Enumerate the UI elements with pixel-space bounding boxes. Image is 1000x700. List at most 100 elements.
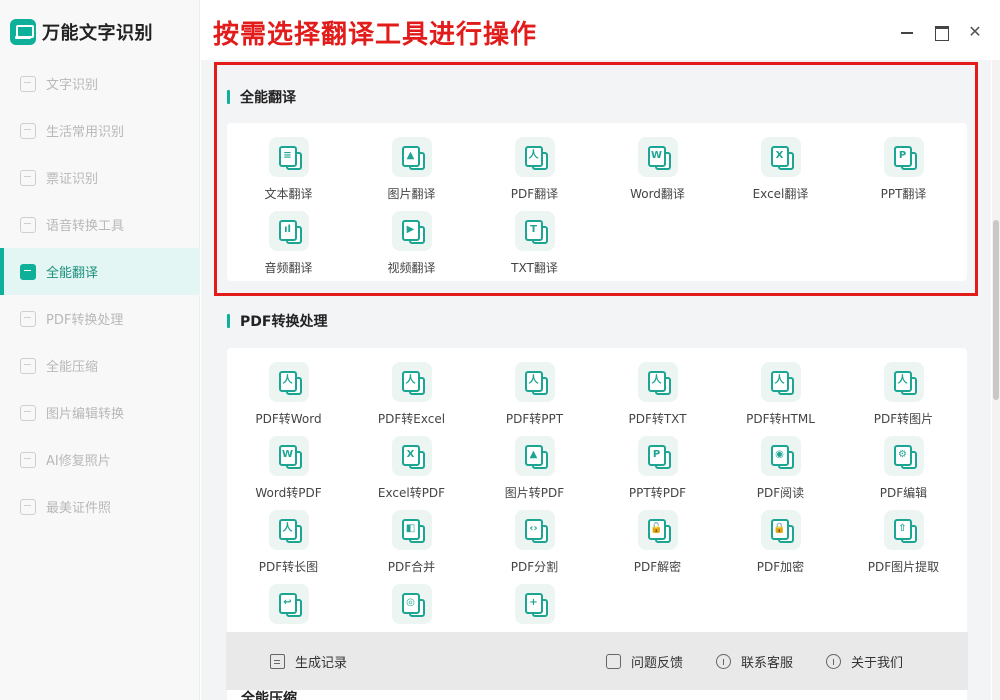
- tool-pdf-17[interactable]: ⇧ PDF图片提取: [842, 510, 965, 580]
- nav-item-icon: [20, 357, 36, 374]
- pdf-encrypt-icon: 🔒: [760, 510, 801, 550]
- audio-translate-icon: ıl: [268, 211, 309, 251]
- pdf-edit-icon: ⚙: [883, 436, 924, 476]
- tool-label: PDF图片提取: [867, 560, 940, 574]
- tool-label: PPT翻译: [880, 187, 927, 201]
- tool-label: PDF转Excel: [377, 412, 446, 426]
- app-title: 万能文字识别: [42, 23, 153, 44]
- sidebar-item-label: 全能翻译: [46, 266, 99, 281]
- tool-label: PDF加密: [756, 560, 805, 574]
- pdf-decrypt-icon: 🔓: [637, 510, 678, 550]
- tool-pdf-1[interactable]: 人 PDF转Excel: [350, 362, 473, 432]
- tool-translate-5[interactable]: P PPT翻译: [842, 137, 965, 207]
- tool-translate-2[interactable]: 人 PDF翻译: [473, 137, 596, 207]
- pdf-to-image-icon: 人: [883, 362, 924, 402]
- pdf-extract-image-icon: ⇧: [883, 510, 924, 550]
- word-translate-icon: W: [637, 137, 678, 177]
- feedback-link[interactable]: 问题反馈: [606, 632, 683, 690]
- tool-label: TXT翻译: [511, 261, 558, 275]
- scrollbar-thumb[interactable]: [993, 220, 999, 400]
- sidebar-item-4[interactable]: 全能翻译: [0, 248, 200, 295]
- about-link[interactable]: 关于我们: [826, 632, 903, 690]
- tool-pdf-5[interactable]: 人 PDF转图片: [842, 362, 965, 432]
- sidebar-item-0[interactable]: 文字识别: [0, 60, 200, 107]
- nav-item-icon: [20, 498, 36, 515]
- tool-translate-1[interactable]: ▲ 图片翻译: [350, 137, 473, 207]
- scrollbar[interactable]: [992, 60, 1000, 700]
- tool-pdf-9[interactable]: P PPT转PDF: [596, 436, 719, 506]
- pdf-merge-icon: ◧: [391, 510, 432, 550]
- tool-pdf-4[interactable]: 人 PDF转HTML: [719, 362, 842, 432]
- tool-translate-6[interactable]: ıl 音频翻译: [227, 211, 350, 281]
- tool-pdf-10[interactable]: ◉ PDF阅读: [719, 436, 842, 506]
- pdf-to-html-icon: 人: [760, 362, 801, 402]
- nav-item-icon: [20, 310, 36, 327]
- word-to-pdf-icon: W: [268, 436, 309, 476]
- tool-label: PPT转PDF: [628, 486, 687, 500]
- records-link[interactable]: 生成记录: [270, 632, 347, 690]
- pdf-read-icon: ◉: [760, 436, 801, 476]
- tool-label: PDF翻译: [510, 187, 559, 201]
- text-translate-icon: ≡: [268, 137, 309, 177]
- tool-label: 音频翻译: [264, 261, 313, 275]
- tool-label: 图片翻译: [387, 187, 436, 201]
- nav-item-icon: [20, 263, 36, 280]
- tool-pdf-16[interactable]: 🔒 PDF加密: [719, 510, 842, 580]
- feedback-icon: [606, 653, 621, 669]
- tool-label: PDF合并: [387, 560, 436, 574]
- ppt-to-pdf-icon: P: [637, 436, 678, 476]
- brand: 万能文字识别: [10, 17, 153, 47]
- tool-translate-3[interactable]: W Word翻译: [596, 137, 719, 207]
- tool-pdf-0[interactable]: 人 PDF转Word: [227, 362, 350, 432]
- tool-pdf-3[interactable]: 人 PDF转TXT: [596, 362, 719, 432]
- pdf-to-txt-icon: 人: [637, 362, 678, 402]
- sidebar-item-6[interactable]: 全能压缩: [0, 342, 200, 389]
- tool-translate-4[interactable]: X Excel翻译: [719, 137, 842, 207]
- tool-label: PDF转TXT: [628, 412, 687, 426]
- sidebar-item-label: 生活常用识别: [46, 125, 125, 140]
- tool-label: PDF阅读: [756, 486, 805, 500]
- pdf-add-page-number-icon: +: [514, 584, 555, 624]
- tool-label: Word翻译: [630, 187, 685, 201]
- sidebar-item-1[interactable]: 生活常用识别: [0, 107, 200, 154]
- sidebar-item-label: 图片编辑转换: [46, 407, 125, 422]
- section-title-pdf: PDF转换处理: [227, 311, 327, 331]
- minimize-button[interactable]: [895, 20, 919, 44]
- records-label: 生成记录: [295, 655, 348, 671]
- tool-pdf-11[interactable]: ⚙ PDF编辑: [842, 436, 965, 506]
- tool-translate-7[interactable]: ▶ 视频翻译: [350, 211, 473, 281]
- tool-pdf-14[interactable]: ‹› PDF分割: [473, 510, 596, 580]
- maximize-button[interactable]: [929, 20, 953, 44]
- image-translate-icon: ▲: [391, 137, 432, 177]
- main-content: 全能翻译 ≡ 文本翻译 ▲ 图片翻译人 PDF翻译 W Word翻译 X Excel翻译 P PPT…: [201, 60, 991, 700]
- sidebar-item-3[interactable]: 语音转换工具: [0, 201, 200, 248]
- pdf-to-long-image-icon: 人: [268, 510, 309, 550]
- sidebar-item-9[interactable]: 最美证件照: [0, 483, 200, 530]
- tool-pdf-15[interactable]: 🔓 PDF解密: [596, 510, 719, 580]
- tool-pdf-7[interactable]: X Excel转PDF: [350, 436, 473, 506]
- tool-label: 图片转PDF: [504, 486, 565, 500]
- close-button[interactable]: ✕: [963, 20, 987, 44]
- sidebar-item-2[interactable]: 票证识别: [0, 154, 200, 201]
- sidebar-item-5[interactable]: PDF转换处理: [0, 295, 200, 342]
- sidebar-item-7[interactable]: 图片编辑转换: [0, 389, 200, 436]
- tool-translate-8[interactable]: T TXT翻译: [473, 211, 596, 281]
- headset-icon: [716, 653, 731, 669]
- nav-item-icon: [20, 451, 36, 468]
- footer-bar: 生成记录 问题反馈 联系客服 关于我们: [226, 632, 968, 690]
- support-link[interactable]: 联系客服: [716, 632, 793, 690]
- sidebar-item-8[interactable]: AI修复照片: [0, 436, 200, 483]
- tool-pdf-8[interactable]: ▲ 图片转PDF: [473, 436, 596, 506]
- info-icon: [826, 653, 841, 669]
- tool-translate-0[interactable]: ≡ 文本翻译: [227, 137, 350, 207]
- instruction-headline: 按需选择翻译工具进行操作: [213, 20, 538, 50]
- tool-pdf-13[interactable]: ◧ PDF合并: [350, 510, 473, 580]
- tool-pdf-6[interactable]: W Word转PDF: [227, 436, 350, 506]
- about-label: 关于我们: [851, 655, 904, 671]
- tool-pdf-12[interactable]: 人 PDF转长图: [227, 510, 350, 580]
- tool-pdf-2[interactable]: 人 PDF转PPT: [473, 362, 596, 432]
- pdf-to-excel-icon: 人: [391, 362, 432, 402]
- tool-label: Excel翻译: [752, 187, 809, 201]
- excel-to-pdf-icon: X: [391, 436, 432, 476]
- ppt-translate-icon: P: [883, 137, 924, 177]
